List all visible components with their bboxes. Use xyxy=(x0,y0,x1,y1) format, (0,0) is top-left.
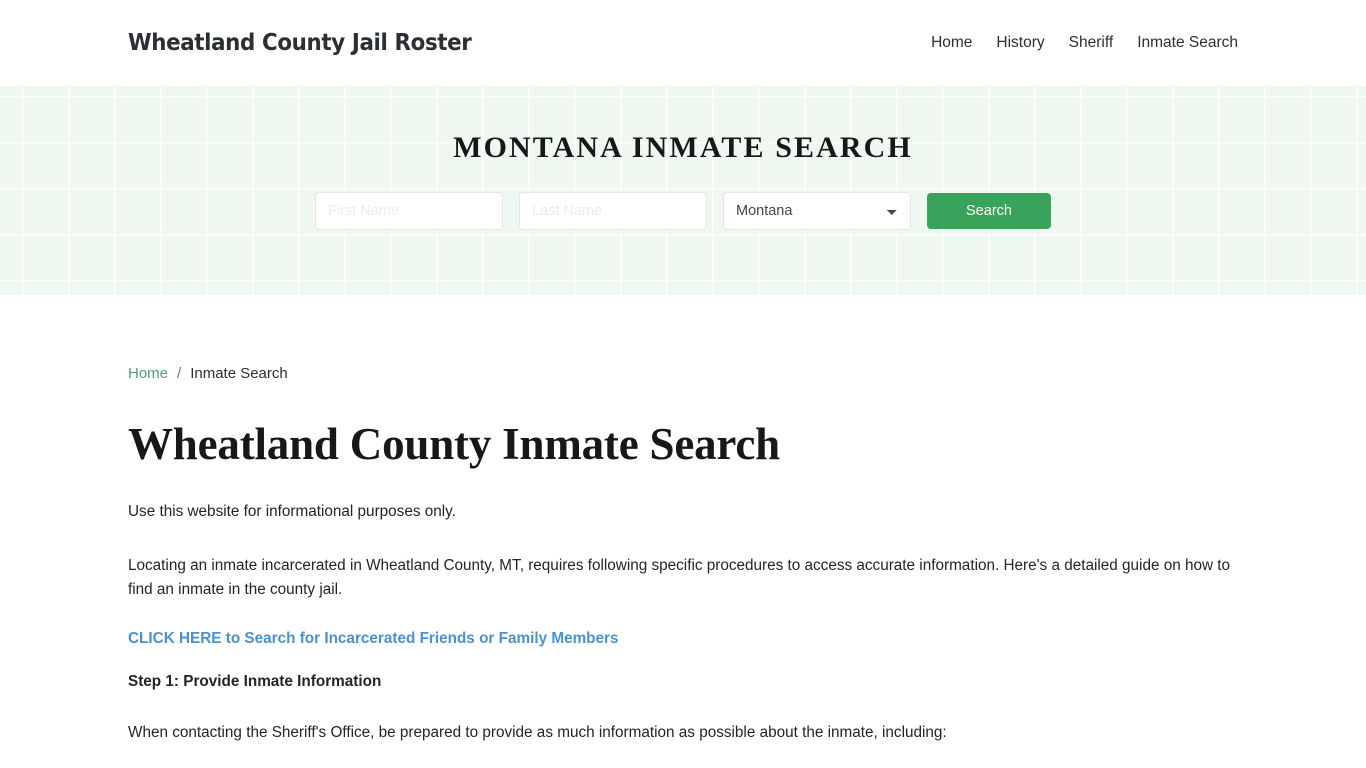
step-1-paragraph: When contacting the Sheriff's Office, be… xyxy=(128,724,947,741)
main-navigation: Home History Sheriff Inmate Search xyxy=(931,34,1238,52)
site-brand[interactable]: Wheatland County Jail Roster xyxy=(128,30,472,56)
inmate-search-cta-link[interactable]: CLICK HERE to Search for Incarcerated Fr… xyxy=(128,630,619,648)
description-paragraph: Locating an inmate incarcerated in Wheat… xyxy=(128,557,1231,598)
site-header: Wheatland County Jail Roster Home Histor… xyxy=(0,0,1366,86)
breadcrumb-item-current: Inmate Search xyxy=(190,365,288,382)
state-select[interactable]: Montana xyxy=(723,192,911,230)
breadcrumb-separator: / xyxy=(177,365,182,382)
nav-item-history[interactable]: History xyxy=(996,34,1044,52)
search-button[interactable]: Search xyxy=(927,193,1051,229)
intro-paragraph: Use this website for informational purpo… xyxy=(128,503,456,520)
breadcrumb: Home / Inmate Search xyxy=(128,295,1238,382)
page-title: Wheatland County Inmate Search xyxy=(128,419,780,469)
nav-item-inmate-search[interactable]: Inmate Search xyxy=(1137,34,1238,52)
nav-item-sheriff[interactable]: Sheriff xyxy=(1069,34,1114,52)
main-content: Home / Inmate Search Wheatland County In… xyxy=(0,295,1366,768)
hero-section: MONTANA INMATE SEARCH Montana Search xyxy=(0,86,1366,295)
nav-item-home[interactable]: Home xyxy=(931,34,972,52)
step-1-heading: Step 1: Provide Inmate Information xyxy=(128,673,382,690)
breadcrumb-item-home[interactable]: Home xyxy=(128,365,168,382)
first-name-input[interactable] xyxy=(315,192,503,230)
inmate-search-form: Montana Search xyxy=(315,192,1051,230)
last-name-input[interactable] xyxy=(519,192,707,230)
hero-title: MONTANA INMATE SEARCH xyxy=(453,131,913,164)
